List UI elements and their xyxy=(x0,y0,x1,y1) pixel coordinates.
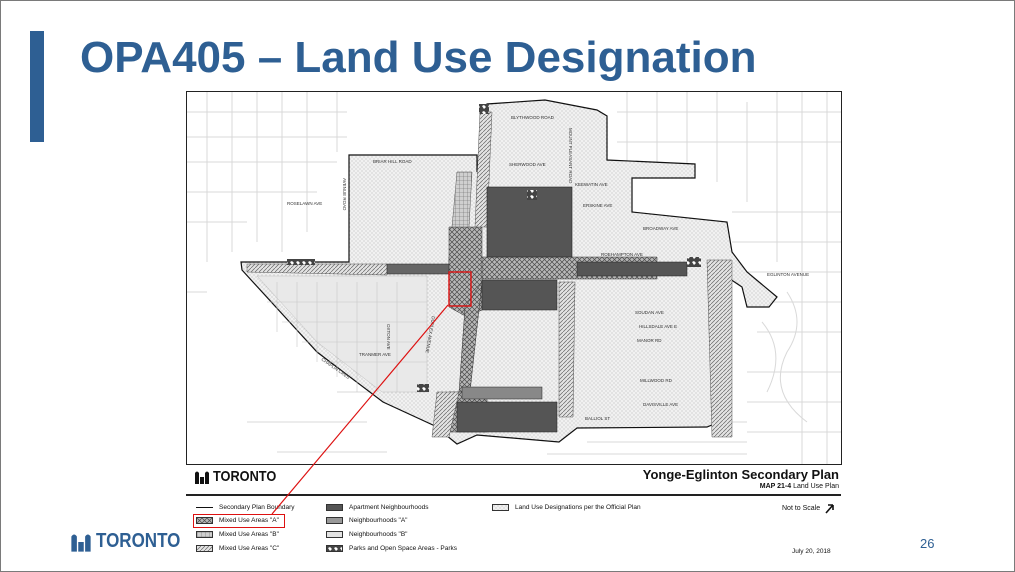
street-label: DAVISVILLE AVE xyxy=(643,402,678,407)
map-footer-rule xyxy=(186,494,841,496)
legend-swatch-grid xyxy=(196,531,213,538)
mixed-use-c-mount-pleasant xyxy=(558,281,576,418)
legend-label: Mixed Use Areas "B" xyxy=(219,531,279,538)
legend-highlight-box xyxy=(193,514,285,528)
street-label: ROEHAMPTON AVE xyxy=(601,252,643,257)
street-label: BLYTHWOOD ROAD xyxy=(511,115,555,120)
street-label: BRIAR HILL ROAD xyxy=(373,159,412,164)
plan-title: Yonge-Eglinton Secondary Plan xyxy=(642,467,839,482)
map-toronto-logo: TORONTO xyxy=(194,468,287,485)
apartment-neighbourhoods-south xyxy=(481,279,558,311)
legend-item: Mixed Use Areas "C" xyxy=(196,545,279,552)
street-label: SOUDAN AVE xyxy=(635,310,664,315)
street-label: KEEWATIN AVE xyxy=(575,182,608,187)
park-north xyxy=(527,190,537,200)
apartment-neighbourhoods-eglinton-east xyxy=(576,261,688,277)
apartment-neighbourhoods-eglinton-west xyxy=(386,263,450,275)
park-east xyxy=(687,257,701,267)
legend-item: Land Use Designations per the Official P… xyxy=(492,504,641,511)
not-to-scale: Not to Scale xyxy=(782,502,836,514)
legend-item: Secondary Plan Boundary xyxy=(196,504,295,511)
street-label: ERSKINE AVE xyxy=(583,203,612,208)
legend-swatch-diagonal xyxy=(196,545,213,552)
legend-label: Land Use Designations per the Official P… xyxy=(515,504,641,511)
land-use-map: BLYTHWOOD ROAD BRIAR HILL ROAD SHERWOOD … xyxy=(186,91,842,465)
legend-swatch-boundary xyxy=(196,507,213,508)
legend-label: Parks and Open Space Areas - Parks xyxy=(349,545,458,552)
land-use-map-graphic: BLYTHWOOD ROAD BRIAR HILL ROAD SHERWOOD … xyxy=(187,92,841,464)
legend-item: Mixed Use Areas "B" xyxy=(196,531,279,538)
legend-swatch-light xyxy=(326,531,343,538)
park-blythwood xyxy=(479,104,489,114)
map-logo-wordmark: TORONTO xyxy=(213,468,277,485)
legend-swatch-parks xyxy=(326,545,343,552)
not-to-scale-label: Not to Scale xyxy=(782,504,821,512)
street-label: SHERWOOD AVE xyxy=(509,162,546,167)
plan-map-number: MAP 21-4 xyxy=(759,483,792,490)
park-southwest xyxy=(417,384,429,392)
street-label: TRANMER AVE xyxy=(359,352,391,357)
toronto-city-hall-icon xyxy=(71,533,91,552)
legend-item: Neighbourhoods "A" xyxy=(326,517,407,524)
north-arrow-icon xyxy=(825,504,834,514)
legend-item: Parks and Open Space Areas - Parks xyxy=(326,545,457,552)
legend-swatch-dots xyxy=(492,504,509,511)
legend-label: Neighbourhoods "A" xyxy=(349,517,408,524)
page-number: 26 xyxy=(920,536,935,551)
footer-toronto-logo: TORONTO xyxy=(70,530,195,553)
street-label: AVENUE ROAD xyxy=(342,178,347,211)
street-label: MOUNT PLEASANT ROAD xyxy=(568,128,573,184)
legend-label: Neighbourhoods "B" xyxy=(349,531,408,538)
street-label: OXTON AVE xyxy=(386,324,391,350)
toronto-city-hall-icon xyxy=(195,471,209,484)
legend-label: Secondary Plan Boundary xyxy=(219,504,295,511)
street-label: ROSELAWN AVE xyxy=(287,201,322,206)
street-label: BROADWAY AVE xyxy=(643,226,678,231)
street-label: HILLSDALE AVE E xyxy=(639,324,677,329)
plan-map-label: Land Use Plan xyxy=(793,483,839,490)
legend-item: Apartment Neighbourhoods xyxy=(326,504,429,511)
street-label: MANOR RD xyxy=(637,338,662,343)
title-accent-bar xyxy=(30,31,44,142)
apartment-neighbourhoods-davisville xyxy=(456,401,558,433)
park-west xyxy=(287,259,315,265)
legend-swatch-dark xyxy=(326,504,343,511)
legend-label: Apartment Neighbourhoods xyxy=(349,504,429,511)
neighbourhoods-a-davisville xyxy=(461,386,543,400)
map-date: July 20, 2018 xyxy=(792,548,831,555)
legend-swatch-mid xyxy=(326,517,343,524)
slide-title: OPA405 – Land Use Designation xyxy=(80,33,757,82)
legend-label: Mixed Use Areas "C" xyxy=(219,545,280,552)
street-label: EGLINTON AVENUE xyxy=(767,272,809,277)
footer-logo-wordmark: TORONTO xyxy=(96,530,181,552)
street-label: BALLIOL ST xyxy=(585,416,610,421)
plan-subtitle: MAP 21-4 Land Use Plan xyxy=(760,483,839,490)
legend-item: Neighbourhoods "B" xyxy=(326,531,407,538)
street-label: MILLWOOD RD xyxy=(640,378,673,383)
